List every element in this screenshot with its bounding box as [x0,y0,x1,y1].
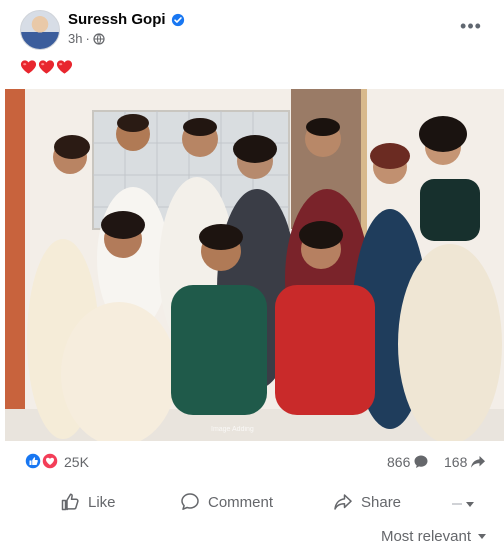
like-label: Like [88,493,116,511]
author-name[interactable]: Suressh Gopi [68,11,166,28]
photo-watermark: Image Adding [211,426,254,433]
share-arrow-icon [471,456,486,468]
share-button[interactable]: Share [333,492,401,512]
profile-placeholder [452,503,462,505]
verified-badge-icon [171,13,185,27]
comment-bubble-icon [414,455,428,468]
post-caption [20,59,73,79]
thumbs-up-icon [61,493,79,511]
meta-separator: · [85,31,90,46]
share-count[interactable]: 168 [444,454,486,470]
post-header: Suressh Gopi 3h · ••• [0,0,504,58]
share-icon [334,494,352,510]
group-photo-illustration: Image Adding [5,89,504,441]
author-line: Suressh Gopi [68,11,185,28]
heart-icon [20,59,37,75]
sort-label: Most relevant [380,528,471,545]
share-count-value: 168 [444,454,468,470]
post-action-bar: Like Comment Share [0,486,504,520]
post-photo[interactable]: Image Adding [5,89,504,441]
heart-icon [56,59,73,75]
like-button[interactable]: Like [60,492,116,512]
author-avatar[interactable] [20,10,60,50]
comment-button[interactable]: Comment [180,492,273,512]
caret-down-icon [478,534,486,539]
reaction-count[interactable]: 25K [64,454,89,470]
post-meta: 3h · [68,31,105,46]
more-horizontal-icon: ••• [460,15,482,36]
caret-down-icon [466,501,474,507]
comment-label: Comment [208,493,274,511]
more-options-button[interactable]: ••• [456,14,486,38]
share-label: Share [361,493,402,511]
reaction-icons[interactable] [23,452,59,470]
engagement-stats: 25K 866 168 [0,446,504,476]
globe-icon [93,32,105,45]
comment-icon [181,493,199,510]
comment-sort-dropdown[interactable]: Most relevant [381,528,486,545]
post-time[interactable]: 3h [68,31,82,46]
heart-icon [38,59,55,75]
comment-count[interactable]: 866 [387,454,429,470]
comment-count-value: 866 [387,454,411,470]
reaction-as-selector[interactable] [452,496,482,512]
